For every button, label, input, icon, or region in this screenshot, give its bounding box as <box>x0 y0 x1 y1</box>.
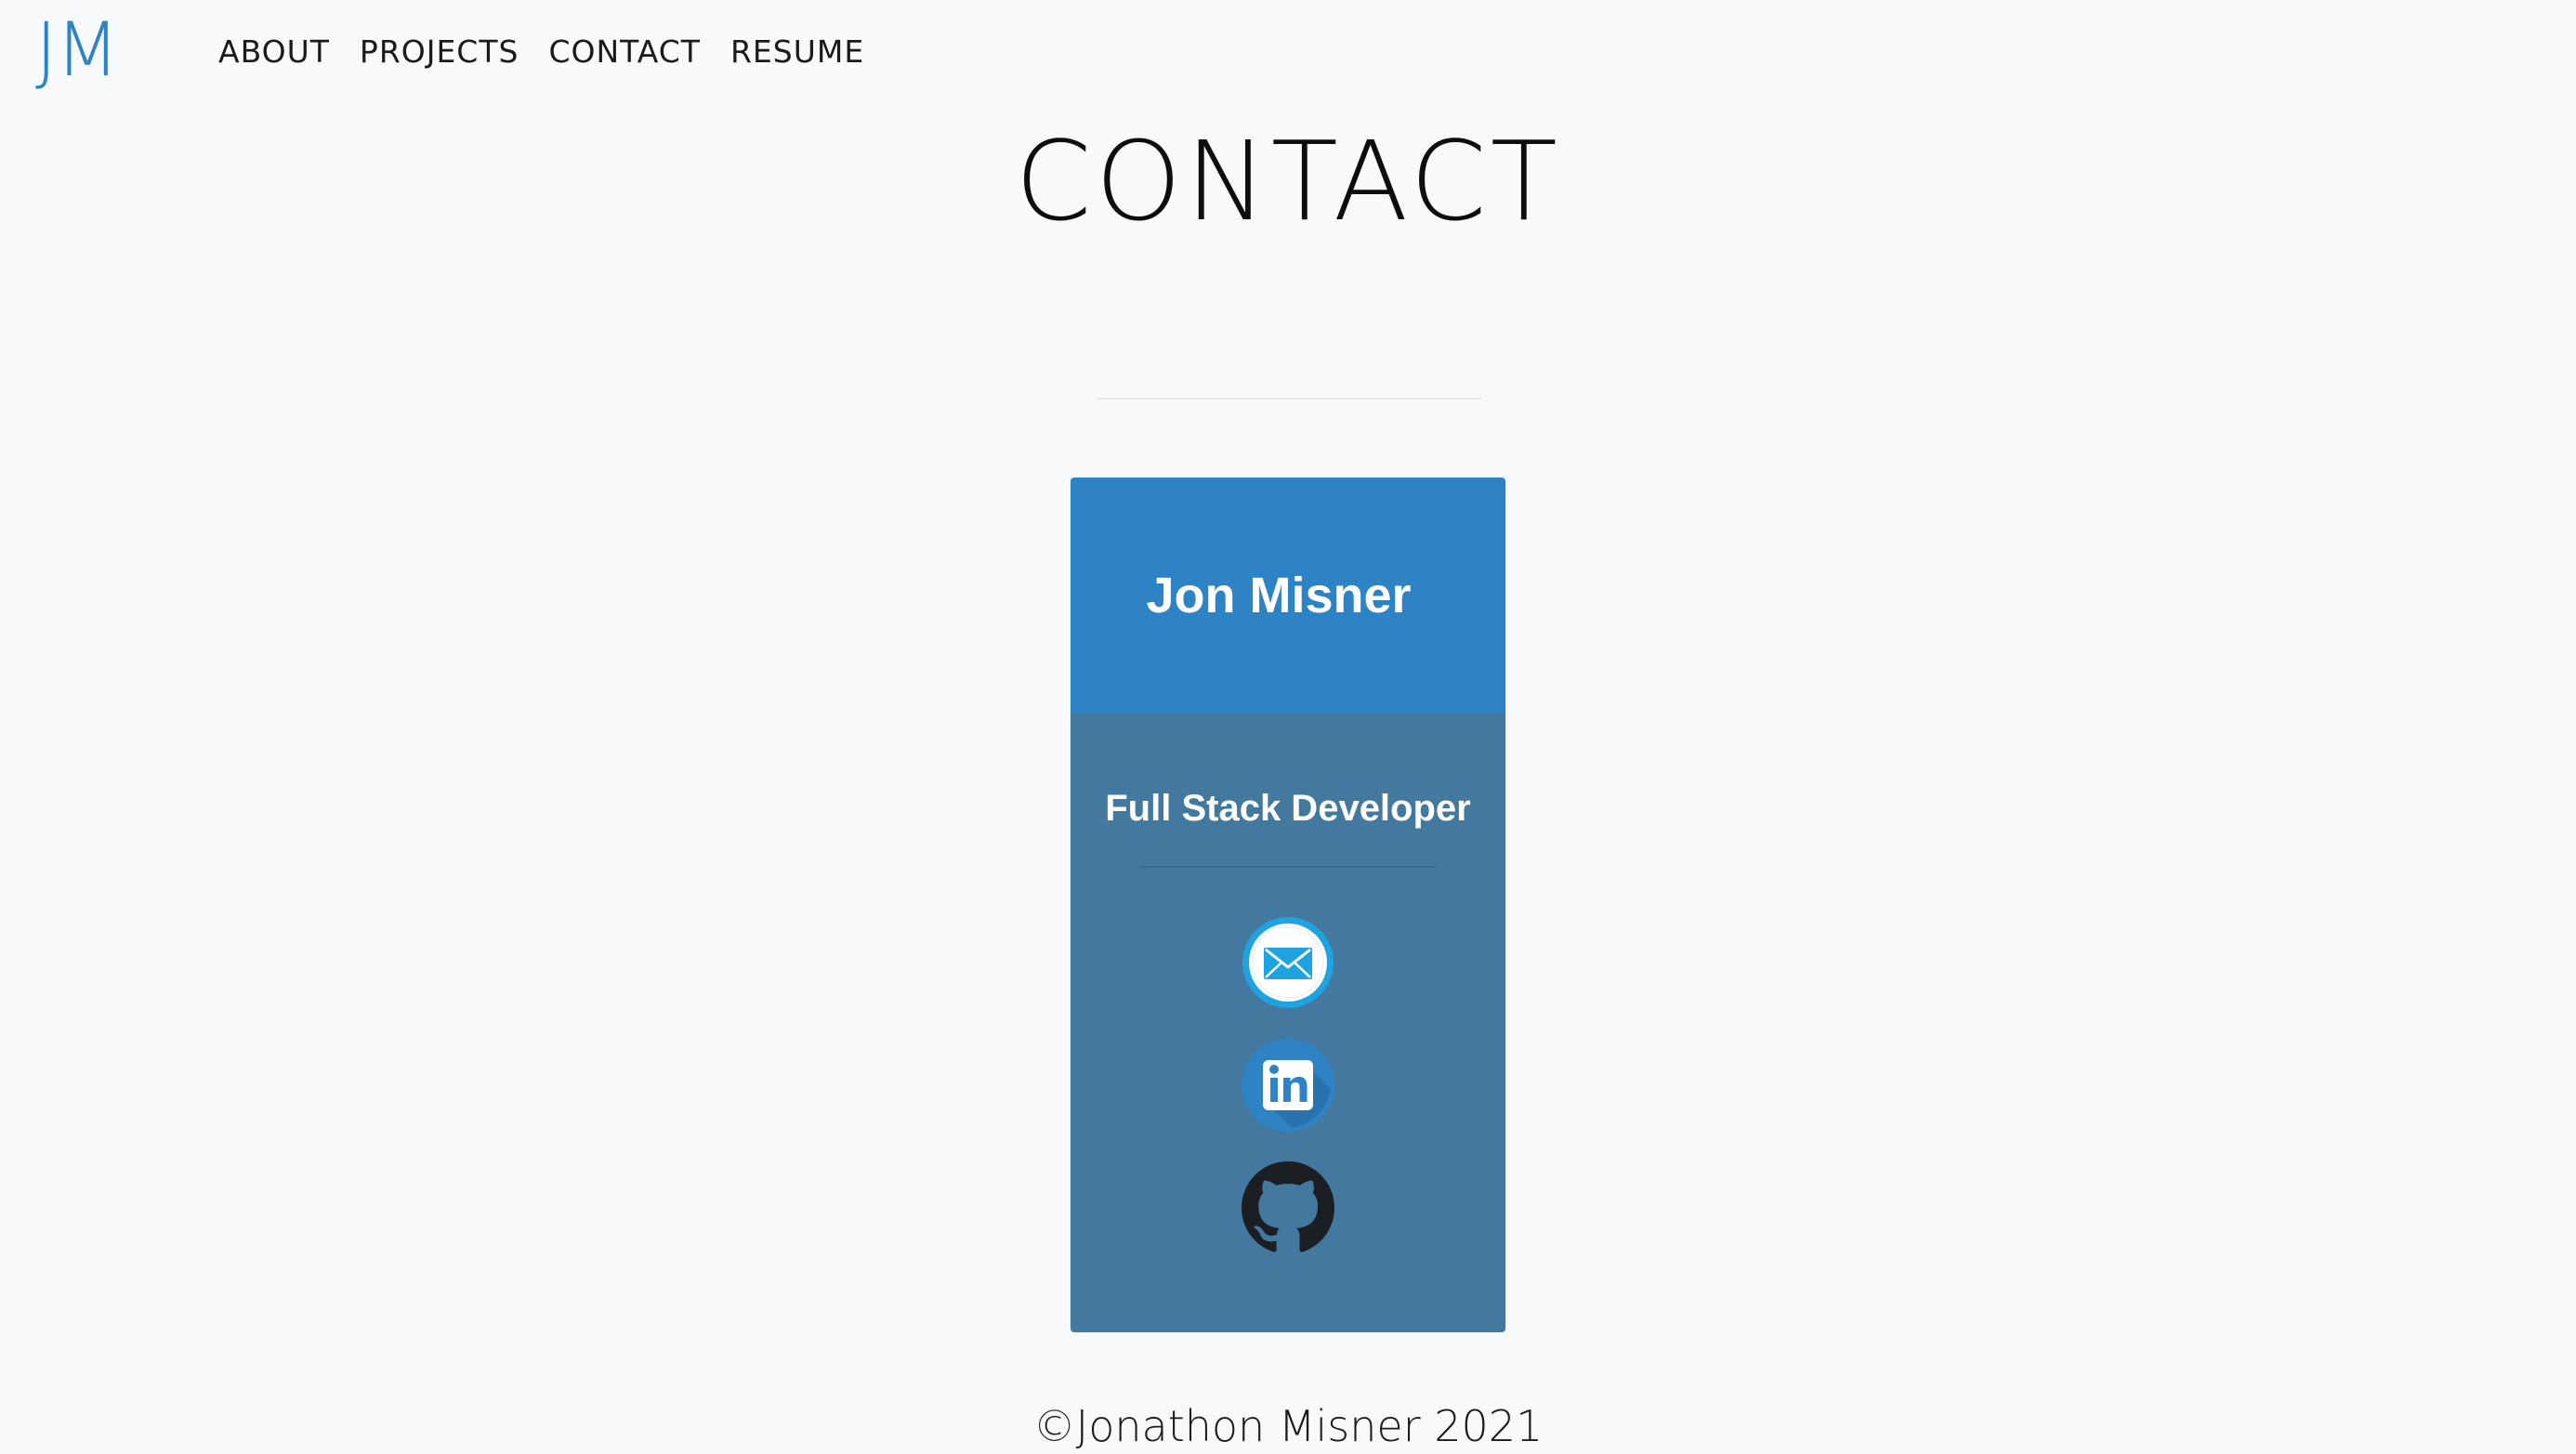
page-title: CONTACT <box>1015 117 1561 245</box>
nav-contact[interactable]: CONTACT <box>548 28 701 76</box>
card-body: Full Stack Developer <box>1071 714 1505 1332</box>
github-icon <box>1242 1161 1334 1252</box>
contact-card: Jon Misner Full Stack Developer <box>1071 478 1505 1332</box>
email-link[interactable] <box>1242 916 1334 1009</box>
email-icon <box>1242 917 1334 1008</box>
linkedin-icon <box>1242 1039 1334 1132</box>
card-role: Full Stack Developer <box>1105 788 1471 829</box>
nav-projects[interactable]: PROJECTS <box>360 28 519 76</box>
footer-copyright: ©Jonathon Misner 2021 <box>1032 1401 1544 1451</box>
site-logo[interactable]: JM <box>35 6 120 95</box>
main-nav: ABOUT PROJECTS CONTACT RESUME <box>218 28 864 76</box>
card-header: Jon Misner <box>1071 478 1505 714</box>
section-divider <box>1097 398 1481 400</box>
card-divider <box>1139 866 1437 868</box>
nav-resume[interactable]: RESUME <box>730 28 864 76</box>
card-name: Jon Misner <box>1146 568 1412 623</box>
nav-about[interactable]: ABOUT <box>218 28 330 76</box>
github-link[interactable] <box>1242 1161 1334 1254</box>
linkedin-link[interactable] <box>1242 1039 1334 1132</box>
